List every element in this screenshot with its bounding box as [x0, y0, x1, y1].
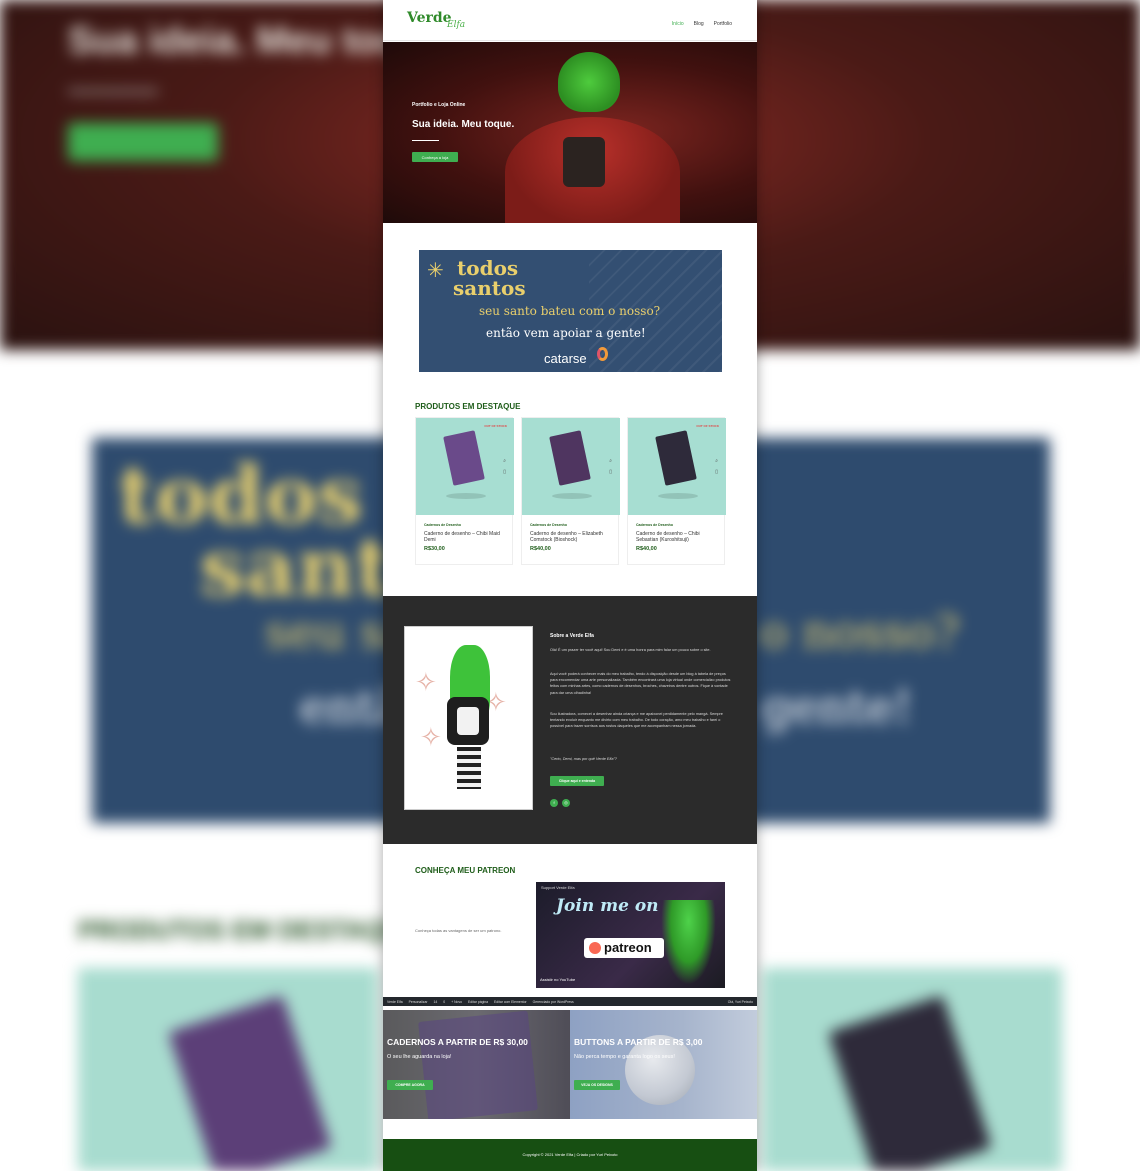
hero-section: Portfolio e Loja Online Sua ideia. Meu t…	[383, 42, 757, 223]
promo-buttons: BUTTONS A PARTIR DE R$ 3,00 Não perca te…	[570, 1010, 757, 1119]
site-header: Verde Elfa Início Blog Portfolio	[383, 0, 757, 41]
backdrop-hero-button	[68, 123, 218, 161]
banner-line4: então vem apoiar a gente!	[486, 326, 646, 340]
promo-subtitle: O seu lhe aguarda na loja!	[387, 1054, 452, 1060]
about-illustration: ✧ ✧ ✧	[404, 626, 533, 810]
product-price: R$40,00	[636, 546, 657, 552]
cart-icon[interactable]: ▯	[715, 469, 718, 475]
about-paragraph: Aqui você poderá conhecer mais do meu tr…	[550, 672, 731, 695]
learn-more-button[interactable]: Clique aqui e entenda	[550, 776, 604, 786]
patreon-video[interactable]: Support Verde Elfa Join me on patreon As…	[536, 882, 725, 988]
admin-bar-item[interactable]: Personalizar	[409, 1000, 428, 1004]
watch-on-youtube-link[interactable]: Assistir no YouTube	[540, 977, 575, 982]
product-image[interactable]: OUT OF STOCK ⌕ ▯	[628, 418, 726, 515]
facebook-icon[interactable]: f	[550, 799, 558, 807]
admin-bar-item[interactable]: Editar com Elementor	[494, 1000, 527, 1004]
product-shadow	[446, 493, 486, 499]
hero-illustration-corset	[563, 137, 605, 187]
product-shadow	[658, 493, 698, 499]
site-logo-sub[interactable]: Elfa	[447, 20, 465, 30]
illustration-stockings	[457, 747, 481, 789]
hero-illustration-hair	[558, 52, 620, 112]
product-name[interactable]: Caderno de desenho – Chibi Maid Demi	[424, 531, 508, 543]
hero-title: Sua ideia. Meu toque.	[412, 119, 515, 130]
illustration-apron	[457, 707, 479, 735]
backdrop-featured-title: PRODUTOS EM DESTAQUE	[78, 915, 421, 945]
main-column: Verde Elfa Início Blog Portfolio Portfol…	[383, 0, 757, 1171]
stock-badge: OUT OF STOCK	[696, 424, 719, 428]
product-category[interactable]: Cadernos de Desenho	[636, 523, 673, 527]
promo-title: BUTTONS A PARTIR DE R$ 3,00	[574, 1037, 703, 1047]
star-decoration-icon: ✧	[420, 722, 442, 752]
stock-badge: OUT OF STOCK	[484, 424, 507, 428]
instagram-icon[interactable]: ◎	[562, 799, 570, 807]
banner-line3: seu santo bateu com o nosso?	[479, 304, 661, 318]
video-title: Support Verde Elfa	[541, 885, 575, 890]
patreon-mark-icon	[589, 942, 601, 954]
main-nav: Início Blog Portfolio	[672, 21, 732, 27]
admin-bar-item[interactable]: 14	[434, 1000, 438, 1004]
product-card[interactable]: OUT OF STOCK ⌕ ▯ Cadernos de Desenho Cad…	[627, 417, 726, 565]
sun-star-icon: ✳	[427, 260, 444, 282]
catarse-banner[interactable]: ✳ todos santos seu santo bateu com o nos…	[419, 250, 722, 372]
shop-button[interactable]: Conheça a loja	[412, 152, 458, 162]
product-image[interactable]: ⌕ ▯	[522, 418, 620, 515]
zoom-icon[interactable]: ⌕	[715, 458, 718, 464]
cart-icon[interactable]: ▯	[609, 469, 612, 475]
about-section: ✧ ✧ ✧ Sobre a Verde Elfa Olá! É um praze…	[383, 596, 757, 844]
notebook-image	[443, 430, 485, 486]
nav-item-inicio[interactable]: Início	[672, 21, 684, 27]
about-paragraph: Sou ilustradora, comecei a desenhar aind…	[550, 712, 723, 729]
featured-title: PRODUTOS EM DESTAQUE	[415, 402, 521, 411]
product-card[interactable]: OUT OF STOCK ⌕ ▯ Cadernos de Desenho Cad…	[415, 417, 514, 565]
backdrop-hero-line	[68, 90, 158, 93]
zoom-icon[interactable]: ⌕	[609, 458, 612, 464]
product-category[interactable]: Cadernos de Desenho	[424, 523, 461, 527]
buy-now-button[interactable]: COMPRE AGORA	[387, 1080, 433, 1090]
admin-bar-user[interactable]: Olá, Yuri Peixoto	[728, 1000, 757, 1004]
product-price: R$30,00	[424, 546, 445, 552]
patreon-text: Conheça todas as vantagens de ser um pat…	[415, 928, 502, 933]
site-footer: Copyright © 2021 Verde Elfa | Criado por…	[383, 1139, 757, 1171]
admin-bar-item[interactable]: Verde Elfa	[387, 1000, 403, 1004]
zoom-icon[interactable]: ⌕	[503, 458, 506, 464]
hero-divider	[412, 140, 439, 141]
product-category[interactable]: Cadernos de Desenho	[530, 523, 567, 527]
admin-bar-item[interactable]: Editar página	[468, 1000, 488, 1004]
promo-title: CADERNOS A PARTIR DE R$ 30,00	[387, 1037, 528, 1047]
catarse-logo: catarse	[544, 351, 587, 366]
about-quote: "Certo, Demi, mas por quê Verde Elfa"?	[550, 757, 617, 761]
video-headline: Join me on	[556, 896, 659, 916]
about-title: Sobre a Verde Elfa	[550, 633, 594, 639]
admin-bar-item[interactable]: Gerenciado por WordPress	[533, 1000, 574, 1004]
catarse-mark-icon	[597, 347, 608, 361]
wp-admin-bar: Verde Elfa Personalizar 14 0 + Novo Edit…	[383, 997, 757, 1006]
page: Sua ideia. Meu toque. todos santos seu s…	[0, 0, 1140, 1171]
hero-subtitle: Portfolio e Loja Online	[412, 102, 466, 108]
banner-line2: santos	[453, 276, 526, 300]
see-designs-button[interactable]: VEJA OS DESIGNS	[574, 1080, 620, 1090]
promo-notebook-image	[418, 1010, 538, 1119]
copyright-text: Copyright © 2021 Verde Elfa | Criado por…	[522, 1152, 618, 1157]
notebook-image	[549, 430, 591, 486]
site-logo[interactable]: Verde	[407, 10, 452, 26]
product-image[interactable]: OUT OF STOCK ⌕ ▯	[416, 418, 514, 515]
about-paragraph: Olá! É um prazer ter você aqui! Sou Demi…	[550, 648, 711, 652]
nav-item-portfolio[interactable]: Portfolio	[714, 21, 732, 27]
video-character	[661, 900, 716, 985]
nav-item-blog[interactable]: Blog	[694, 21, 704, 27]
notebook-image	[655, 430, 697, 486]
star-decoration-icon: ✧	[415, 667, 437, 697]
promo-notebooks: CADERNOS A PARTIR DE R$ 30,00 O seu lhe …	[383, 1010, 570, 1119]
cart-icon[interactable]: ▯	[503, 469, 506, 475]
product-name[interactable]: Caderno de desenho – Elizabeth Comstock …	[530, 531, 614, 543]
product-shadow	[552, 493, 592, 499]
patreon-title: CONHEÇA MEU PATREON	[415, 866, 516, 875]
promo-subtitle: Não perca tempo e garanta logo os seus!	[574, 1054, 675, 1060]
product-card[interactable]: ⌕ ▯ Cadernos de Desenho Caderno de desen…	[521, 417, 620, 565]
product-price: R$40,00	[530, 546, 551, 552]
product-name[interactable]: Caderno de desenho – Chibi Sebastian (Ku…	[636, 531, 720, 543]
admin-bar-item[interactable]: + Novo	[451, 1000, 462, 1004]
admin-bar-item[interactable]: 0	[443, 1000, 445, 1004]
